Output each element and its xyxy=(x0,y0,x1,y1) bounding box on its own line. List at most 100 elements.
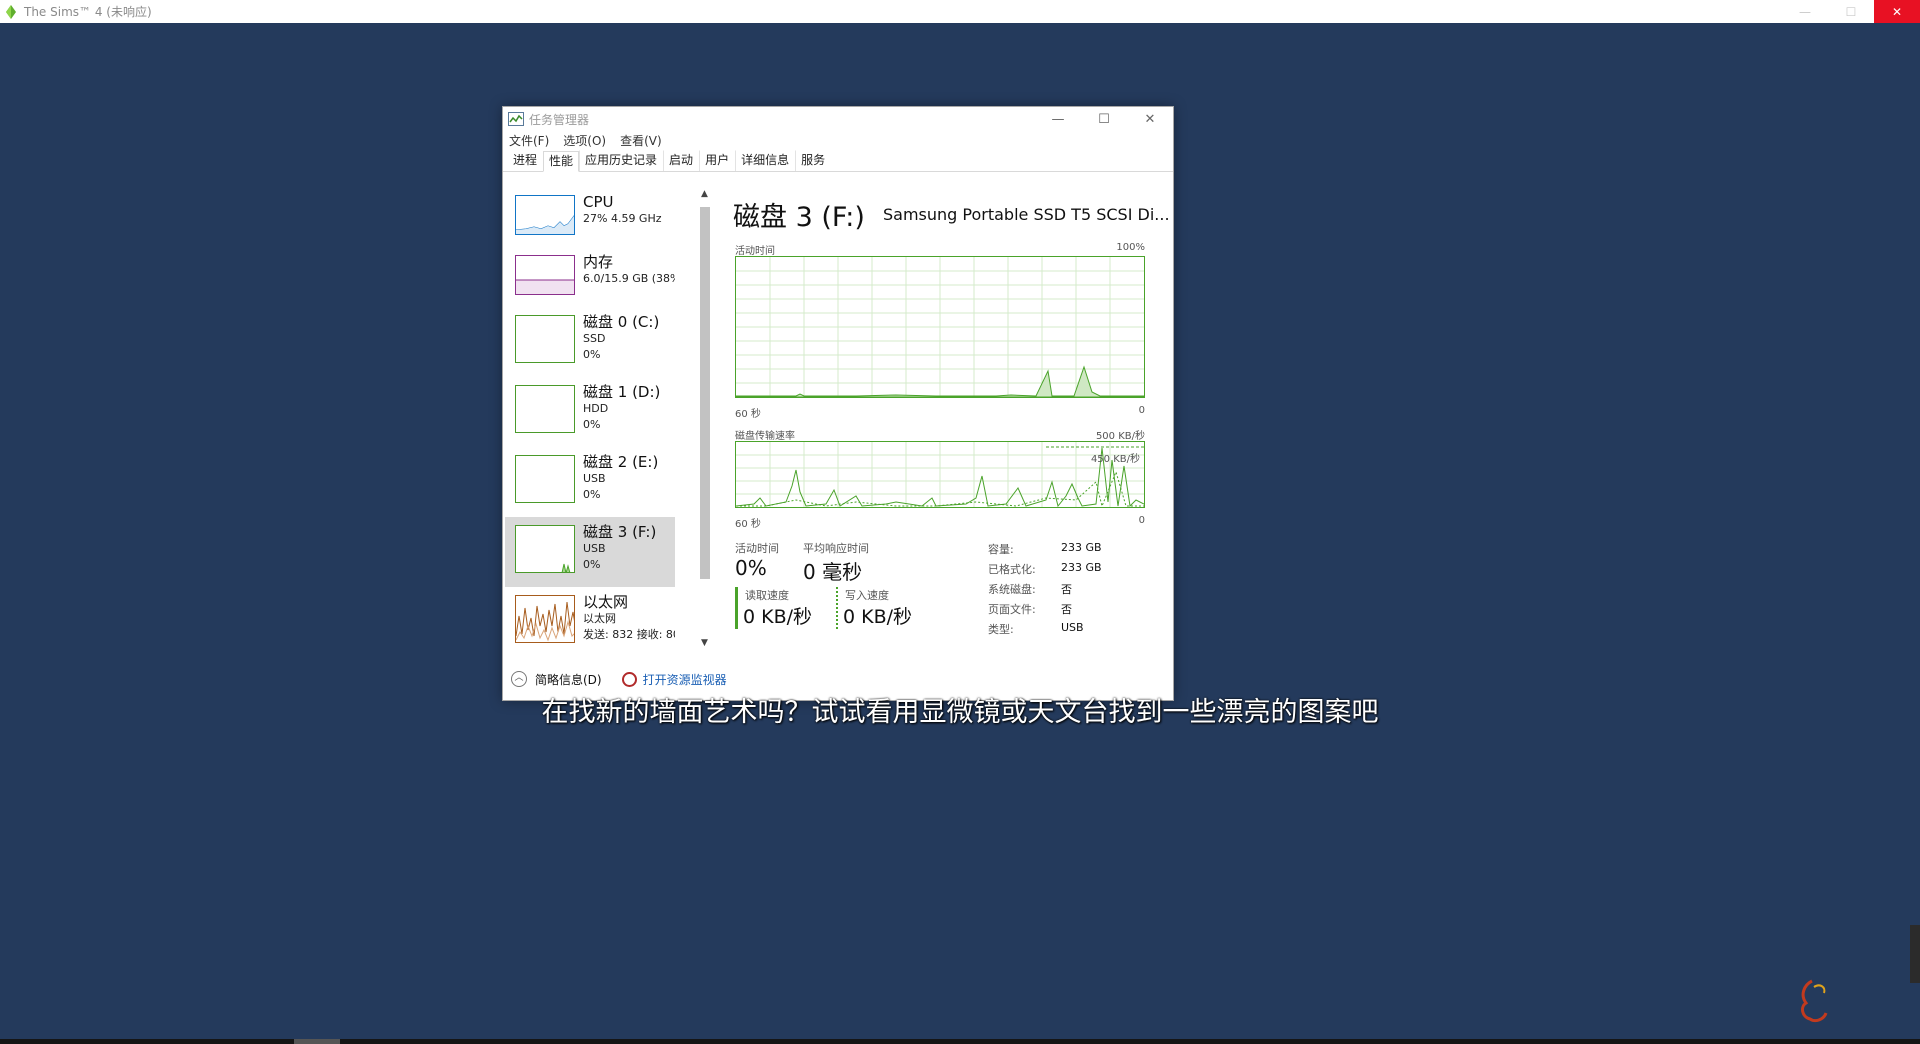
tm-menu-bar: 文件(F) 选项(O) 查看(V) xyxy=(503,131,1173,150)
active-time-graph-right: 0 xyxy=(1138,405,1145,416)
task-manager-window: 任务管理器 — ☐ ✕ 文件(F) 选项(O) 查看(V) 进程 性能 应用历史… xyxy=(502,106,1174,701)
perf-item-name: 磁盘 1 (D:) xyxy=(583,383,661,401)
perf-item-name: 内存 xyxy=(583,253,614,271)
perf-item-name: 磁盘 2 (E:) xyxy=(583,453,659,471)
transfer-graph-inner-label: 450 KB/秒 xyxy=(1090,454,1140,465)
perf-item-sub: 27% 4.59 GHz xyxy=(583,212,662,225)
perf-item-sub: 以太网 xyxy=(583,612,616,625)
outer-maximize-button[interactable]: ☐ xyxy=(1828,0,1874,23)
write-speed-value: 0 KB/秒 xyxy=(843,606,913,628)
active-time-graph xyxy=(735,256,1145,398)
transfer-graph-left: 60 秒 xyxy=(735,519,761,530)
perf-item-name: 磁盘 0 (C:) xyxy=(583,313,660,331)
transfer-graph-right: 0 xyxy=(1138,515,1145,526)
perf-item-traffic: 发送: 832 接收: 80.0 xyxy=(583,628,675,641)
site-watermark-logo xyxy=(1801,979,1828,1023)
capacity-label: 容量: xyxy=(988,543,1014,556)
outer-close-button[interactable]: ✕ xyxy=(1874,0,1920,23)
type-value: USB xyxy=(1061,621,1084,634)
disk0-thumbnail-graph xyxy=(515,315,575,363)
tab-services[interactable]: 服务 xyxy=(795,150,831,171)
perf-item-sub: HDD xyxy=(583,402,609,415)
tm-footer: ︿ 简略信息(D) 打开资源监视器 xyxy=(503,660,1173,698)
perf-item-cpu[interactable]: CPU 27% 4.59 GHz xyxy=(505,187,675,247)
scrollbar-thumb[interactable] xyxy=(700,207,710,579)
read-speed-marker xyxy=(735,587,738,629)
resource-monitor-icon xyxy=(621,671,637,687)
active-time-graph-max: 100% xyxy=(1116,242,1145,253)
game-subtitle: 在找新的墙面艺术吗？试试看用显微镜或天文台找到一些漂亮的图案吧 xyxy=(541,697,1379,728)
transfer-graph-label: 磁盘传输速率 xyxy=(735,431,795,442)
perf-item-name: 以太网 xyxy=(583,593,629,611)
read-speed-label: 读取速度 xyxy=(745,589,789,602)
scroll-up-icon[interactable]: ▲ xyxy=(697,187,712,201)
fewer-details-button[interactable]: 简略信息(D) xyxy=(535,671,602,688)
perf-item-name: CPU xyxy=(583,193,614,211)
sims-plumbob-icon xyxy=(6,4,16,19)
cpu-thumbnail-graph xyxy=(515,195,575,235)
perf-item-name: 磁盘 3 (F:) xyxy=(583,523,657,541)
perf-item-disk0[interactable]: 磁盘 0 (C:) SSD 0% xyxy=(505,307,675,377)
outer-minimize-button[interactable]: — xyxy=(1782,0,1828,23)
tab-processes[interactable]: 进程 xyxy=(507,150,543,171)
perf-item-ethernet[interactable]: 以太网 以太网 发送: 832 接收: 80.0 xyxy=(505,587,675,650)
page-file-value: 否 xyxy=(1061,603,1072,616)
outer-title-bar: The Sims™ 4 (未响应) — ☐ ✕ xyxy=(0,0,1920,23)
write-speed-label: 写入速度 xyxy=(845,589,889,602)
collapse-chevron-icon[interactable]: ︿ xyxy=(511,671,527,687)
tab-startup[interactable]: 启动 xyxy=(663,150,699,171)
formatted-value: 233 GB xyxy=(1061,561,1102,574)
tm-title: 任务管理器 xyxy=(529,112,590,127)
scroll-down-icon[interactable]: ▼ xyxy=(697,636,712,650)
menu-options[interactable]: 选项(O) xyxy=(563,132,606,149)
perf-item-usage: 0% xyxy=(583,348,601,361)
perf-item-disk3[interactable]: 磁盘 3 (F:) USB 0% xyxy=(505,517,675,587)
memory-thumbnail-graph xyxy=(515,255,575,295)
tm-tabs: 进程 性能 应用历史记录 启动 用户 详细信息 服务 xyxy=(503,150,1173,172)
perf-item-usage: 0% xyxy=(583,488,601,501)
menu-view[interactable]: 查看(V) xyxy=(620,132,662,149)
avg-response-value: 0 毫秒 xyxy=(803,560,863,584)
write-speed-marker xyxy=(836,587,838,629)
bottom-strip xyxy=(0,1039,1920,1044)
perf-list-scrollbar[interactable]: ▲ ▼ xyxy=(697,187,712,650)
perf-item-disk2[interactable]: 磁盘 2 (E:) USB 0% xyxy=(505,447,675,517)
detail-title: 磁盘 3 (F:) xyxy=(733,202,865,233)
menu-file[interactable]: 文件(F) xyxy=(509,132,549,149)
transfer-graph-max: 500 KB/秒 xyxy=(1095,431,1145,442)
read-speed-value: 0 KB/秒 xyxy=(743,606,813,628)
perf-item-disk1[interactable]: 磁盘 1 (D:) HDD 0% xyxy=(505,377,675,447)
active-time-graph-label: 活动时间 xyxy=(735,246,775,257)
active-time-value: 0% xyxy=(735,556,767,580)
tab-app-history[interactable]: 应用历史记录 xyxy=(579,150,663,171)
outer-window-title: The Sims™ 4 (未响应) xyxy=(24,5,152,19)
perf-item-sub: USB xyxy=(583,542,606,555)
perf-item-sub: USB xyxy=(583,472,606,485)
system-disk-value: 否 xyxy=(1061,583,1072,596)
ethernet-thumbnail-graph xyxy=(515,595,575,643)
perf-item-usage: 0% xyxy=(583,418,601,431)
active-time-graph-left: 60 秒 xyxy=(735,409,761,420)
type-label: 类型: xyxy=(988,623,1014,636)
perf-item-memory[interactable]: 内存 6.0/15.9 GB (38%) xyxy=(505,247,675,307)
bottom-strip-thumb xyxy=(294,1039,340,1044)
tm-title-bar: 任务管理器 — ☐ ✕ xyxy=(503,107,1173,131)
active-time-label: 活动时间 xyxy=(735,542,779,555)
system-disk-label: 系统磁盘: xyxy=(988,583,1036,596)
tab-users[interactable]: 用户 xyxy=(699,150,735,171)
tm-close-button[interactable]: ✕ xyxy=(1127,107,1173,131)
open-resource-monitor-link[interactable]: 打开资源监视器 xyxy=(643,671,727,688)
tm-maximize-button[interactable]: ☐ xyxy=(1081,107,1127,131)
disk2-thumbnail-graph xyxy=(515,455,575,503)
perf-item-usage: 0% xyxy=(583,558,601,571)
tab-details[interactable]: 详细信息 xyxy=(735,150,795,171)
page-file-label: 页面文件: xyxy=(988,603,1036,616)
disk-detail-panel: 磁盘 3 (F:) Samsung Portable SSD T5 SCSI D… xyxy=(733,187,1170,650)
disk1-thumbnail-graph xyxy=(515,385,575,433)
perf-item-sub: SSD xyxy=(583,332,606,345)
tab-performance[interactable]: 性能 xyxy=(543,151,580,172)
capacity-value: 233 GB xyxy=(1061,541,1102,554)
transfer-rate-graph: 450 KB/秒 xyxy=(735,441,1145,508)
tm-minimize-button[interactable]: — xyxy=(1035,107,1081,131)
perf-list: CPU 27% 4.59 GHz 内存 6.0/15.9 GB (38%) 磁盘… xyxy=(505,187,675,650)
